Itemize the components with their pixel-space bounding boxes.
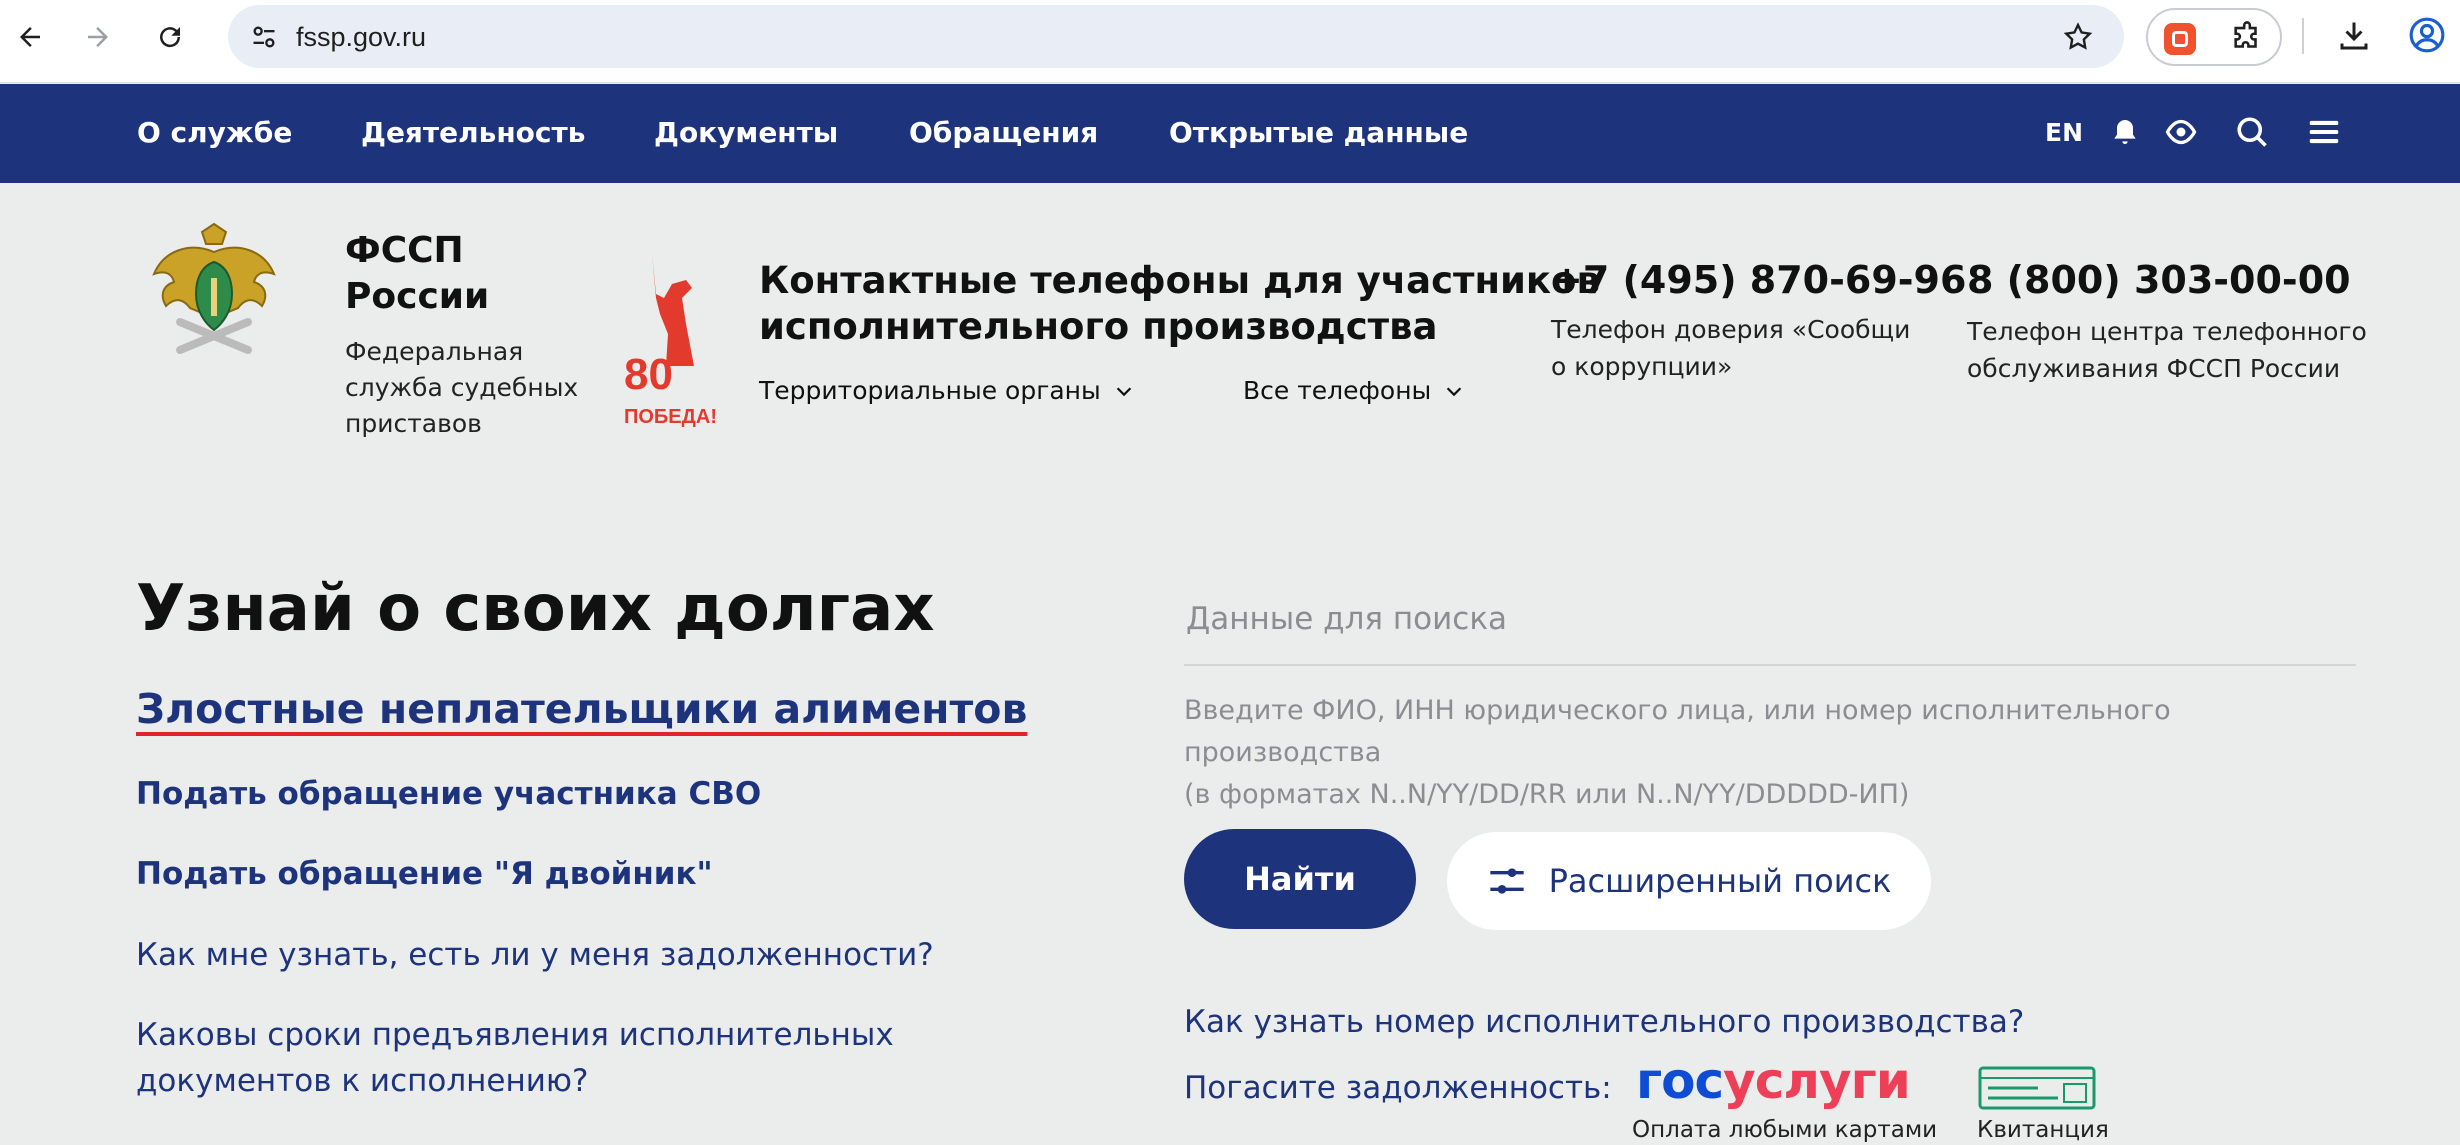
gosuslugi-payment-link[interactable]: госуслуги: [1636, 1052, 1911, 1110]
browser-toolbar: fssp.gov.ru: [0, 0, 2460, 83]
svo-appeal-link[interactable]: Подать обращение участника СВО: [136, 771, 761, 817]
chevron-down-icon: [1447, 386, 1462, 396]
bookmark-star-icon[interactable]: [2062, 21, 2094, 53]
receipt-icon[interactable]: [1978, 1066, 2096, 1110]
forward-button[interactable]: [68, 7, 128, 67]
org-subtitle-line: приставов: [345, 409, 482, 438]
dropdown-label: Территориальные органы: [759, 376, 1101, 405]
gosuslugi-logo-part: гос: [1636, 1052, 1724, 1110]
search-hint: Введите ФИО, ИНН юридического лица, или …: [1184, 690, 2364, 816]
all-phones-dropdown[interactable]: Все телефоны: [1243, 376, 1465, 405]
advanced-search-button[interactable]: Расширенный поиск: [1447, 832, 1931, 930]
alimony-debtors-link[interactable]: Злостные неплательщики алиментов: [136, 686, 1027, 732]
chevron-down-icon: [1116, 386, 1131, 396]
territorial-bodies-dropdown[interactable]: Территориальные органы: [759, 376, 1135, 405]
url-text: fssp.gov.ru: [296, 22, 427, 52]
search-icon: [2237, 117, 2267, 147]
profile-icon[interactable]: [2408, 16, 2446, 54]
find-button[interactable]: Найти: [1184, 829, 1416, 929]
hint-line: (в форматах N..N/YY/DD/RR или N..N/YY/DD…: [1184, 779, 1910, 810]
hotline-description: Телефон доверия «Сообщи о коррупции»: [1551, 311, 1910, 385]
advanced-search-label: Расширенный поиск: [1548, 862, 1892, 900]
back-button[interactable]: [0, 7, 60, 67]
contacts-title: Контактные телефоны для участников испол…: [759, 258, 1600, 350]
contacts-title-line: исполнительного производства: [759, 305, 1438, 348]
page-title: Узнай о своих долгах: [136, 572, 935, 646]
receipt-caption: Квитанция: [1977, 1117, 2109, 1143]
address-bar[interactable]: fssp.gov.ru: [228, 5, 2124, 68]
search-input[interactable]: [1184, 574, 2356, 666]
victory-80-badge[interactable]: 80 ПОБЕДА!: [620, 254, 717, 434]
fssp-emblem-icon: [152, 222, 276, 354]
gosuslugi-logo-part: услуги: [1723, 1052, 1911, 1110]
hotline-phone[interactable]: +7 (495) 870-69-96: [1551, 258, 1966, 302]
description-line: о коррупции»: [1551, 352, 1733, 381]
org-name-line: России: [345, 276, 490, 317]
notifications-button[interactable]: [2101, 108, 2149, 156]
description-line: Телефон доверия «Сообщи: [1551, 315, 1911, 344]
arrow-right-icon: [88, 27, 108, 47]
description-line: обслуживания ФССП России: [1967, 354, 2341, 383]
extensions-group: [2146, 8, 2282, 66]
org-subtitle-line: служба судебных: [345, 373, 579, 402]
dropdown-label: Все телефоны: [1243, 376, 1432, 405]
victory-number: 80: [624, 350, 673, 399]
download-icon[interactable]: [2336, 18, 2372, 54]
hamburger-icon: [2309, 120, 2339, 144]
enforcement-terms-link[interactable]: Каковы сроки предъявления исполнительных…: [136, 1012, 894, 1104]
call-center-description: Телефон центра телефонного обслуживания …: [1967, 313, 2367, 387]
search-button[interactable]: [2228, 108, 2276, 156]
eye-icon: [2165, 119, 2197, 145]
double-appeal-link[interactable]: Подать обращение "Я двойник": [136, 851, 713, 897]
extension-icon[interactable]: [2164, 23, 2196, 55]
call-center-phone[interactable]: 8 (800) 303-00-00: [1967, 258, 2351, 302]
find-button-label: Найти: [1244, 860, 1356, 898]
link-line: документов к исполнению?: [136, 1063, 589, 1099]
nav-item-documents[interactable]: Документы: [654, 116, 838, 149]
reload-button[interactable]: [140, 7, 200, 67]
pay-debt-label: Погасите задолженность:: [1184, 1070, 1612, 1106]
description-line: Телефон центра телефонного: [1967, 317, 2367, 346]
nav-item-about[interactable]: О службе: [137, 116, 292, 149]
sliders-icon: [1489, 868, 1524, 894]
org-name-line: ФССП: [345, 230, 464, 271]
hint-line: Введите ФИО, ИНН юридического лица, или …: [1184, 695, 2171, 768]
bell-icon: [2114, 120, 2136, 144]
nav-item-appeals[interactable]: Обращения: [909, 116, 1098, 149]
find-case-number-link[interactable]: Как узнать номер исполнительного произво…: [1184, 1004, 2024, 1040]
puzzle-icon[interactable]: [2230, 21, 2264, 55]
org-name: ФССП России: [345, 228, 489, 320]
reload-icon: [160, 27, 181, 48]
check-debts-link[interactable]: Как мне узнать, есть ли у меня задолженн…: [136, 932, 934, 978]
site-navbar: О службе Деятельность Документы Обращени…: [0, 84, 2460, 183]
gosuslugi-caption: Оплата любыми картами: [1632, 1117, 1938, 1143]
nav-item-open-data[interactable]: Открытые данные: [1169, 116, 1468, 149]
arrow-left-icon: [20, 27, 40, 47]
language-switch[interactable]: EN: [2045, 118, 2083, 147]
menu-button[interactable]: [2300, 108, 2348, 156]
site-settings-icon[interactable]: [250, 23, 278, 51]
org-subtitle: Федеральная служба судебных приставов: [345, 334, 578, 442]
accessibility-button[interactable]: [2157, 108, 2205, 156]
org-subtitle-line: Федеральная: [345, 337, 524, 366]
nav-item-activity[interactable]: Деятельность: [361, 116, 585, 149]
victory-text: ПОБЕДА!: [624, 406, 717, 428]
toolbar-divider: [2302, 18, 2304, 54]
contacts-title-line: Контактные телефоны для участников: [759, 259, 1600, 302]
link-line: Каковы сроки предъявления исполнительных: [136, 1017, 894, 1053]
